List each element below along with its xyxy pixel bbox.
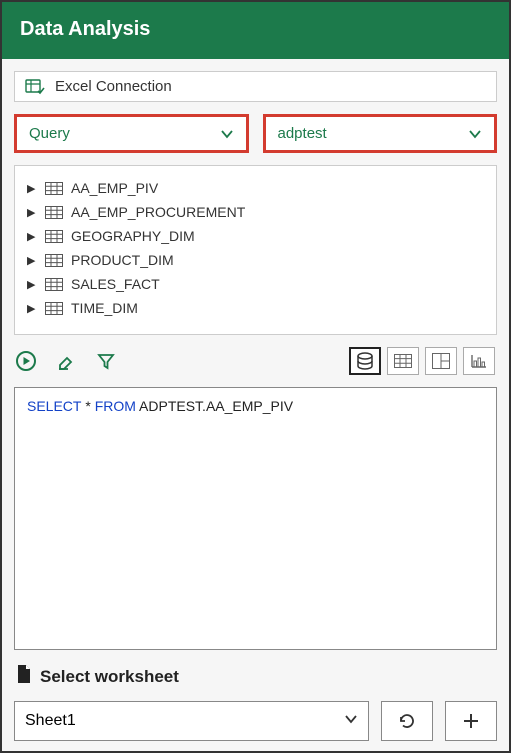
worksheet-value: Sheet1 [25,712,76,730]
connection-icon [25,79,45,95]
query-mode-value: Query [29,125,70,142]
table-icon [45,182,63,195]
refresh-button[interactable] [381,701,433,741]
chevron-down-icon [220,127,234,141]
expand-icon: ▶ [27,206,37,219]
view-data-button[interactable] [349,347,381,375]
schema-value: adptest [278,125,327,142]
table-row[interactable]: ▶ AA_EMP_PROCUREMENT [25,200,486,224]
expand-icon: ▶ [27,254,37,267]
connection-row[interactable]: Excel Connection [14,71,497,102]
table-row[interactable]: ▶ AA_EMP_PIV [25,176,486,200]
run-button[interactable] [16,351,36,371]
sql-keyword: SELECT [27,398,81,414]
filter-button[interactable] [96,351,116,371]
table-name: GEOGRAPHY_DIM [71,228,195,244]
chevron-down-icon [344,712,358,731]
table-row[interactable]: ▶ GEOGRAPHY_DIM [25,224,486,248]
view-layout-button[interactable] [425,347,457,375]
sql-editor[interactable]: SELECT * FROM ADPTEST.AA_EMP_PIV [14,387,497,650]
table-name: TIME_DIM [71,300,138,316]
chevron-down-icon [468,127,482,141]
table-icon [45,254,63,267]
worksheet-label-text: Select worksheet [40,667,179,687]
worksheet-section-label: Select worksheet [14,662,497,689]
erase-button[interactable] [56,351,76,371]
query-mode-dropdown[interactable]: Query [14,114,249,153]
add-worksheet-button[interactable] [445,701,497,741]
expand-icon: ▶ [27,302,37,315]
table-icon [45,278,63,291]
table-row[interactable]: ▶ SALES_FACT [25,272,486,296]
expand-icon: ▶ [27,278,37,291]
sql-toolbar [14,347,497,375]
worksheet-select[interactable]: Sheet1 [14,701,369,741]
sql-keyword: FROM [95,398,136,414]
table-tree: ▶ AA_EMP_PIV ▶ AA_EMP_PROCUREMENT ▶ GEOG… [14,165,497,335]
table-icon [45,230,63,243]
view-chart-button[interactable] [463,347,495,375]
connection-label: Excel Connection [55,78,172,95]
table-icon [45,206,63,219]
table-name: SALES_FACT [71,276,160,292]
document-icon [16,664,32,689]
table-name: PRODUCT_DIM [71,252,174,268]
expand-icon: ▶ [27,182,37,195]
table-name: AA_EMP_PROCUREMENT [71,204,245,220]
schema-dropdown[interactable]: adptest [263,114,498,153]
expand-icon: ▶ [27,230,37,243]
panel-title: Data Analysis [2,2,509,59]
sql-text: * [81,398,94,414]
view-table-button[interactable] [387,347,419,375]
sql-text: ADPTEST.AA_EMP_PIV [136,398,293,414]
table-icon [45,302,63,315]
table-row[interactable]: ▶ PRODUCT_DIM [25,248,486,272]
table-name: AA_EMP_PIV [71,180,158,196]
table-row[interactable]: ▶ TIME_DIM [25,296,486,320]
